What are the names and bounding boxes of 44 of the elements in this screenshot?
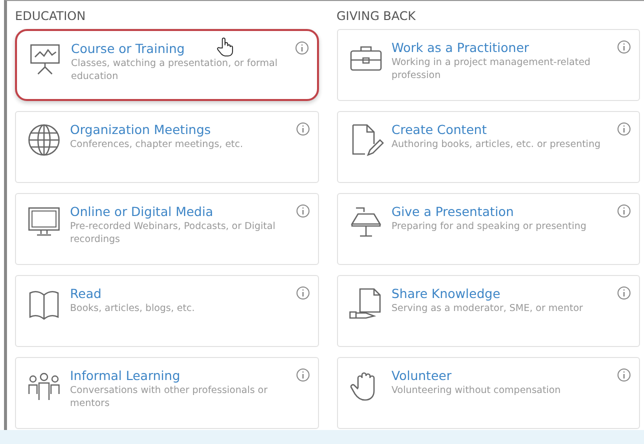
- card-description: Serving as a moderator, SME, or mentor: [392, 303, 584, 316]
- card-description: Working in a project management-related profession: [392, 57, 592, 83]
- card-title: Work as a Practitioner: [392, 40, 530, 55]
- card-description: Volunteering without compensation: [392, 385, 562, 398]
- card-title: Give a Presentation: [392, 204, 514, 219]
- card-description: Classes, watching a presentation, or formal education: [71, 58, 278, 84]
- activity-card[interactable]: Online or Digital Media Pre-recorded Webinars, Podcasts, or Digital recordings: [15, 193, 318, 265]
- card-description: Conversations with other professionals or mentors: [70, 385, 269, 411]
- info-icon[interactable]: [617, 368, 631, 382]
- card-title: Read: [70, 286, 102, 301]
- activity-card[interactable]: Volunteer Volunteering without compensation: [336, 357, 640, 429]
- section-heading: GIVING BACK: [336, 8, 417, 25]
- card-description: Conferences, chapter meetings, etc.: [70, 139, 244, 152]
- card-title: Course or Training: [71, 41, 185, 56]
- card-description: Authoring books, articles, etc. or presenting: [392, 139, 602, 152]
- card-description: Preparing for and speaking or presenting: [392, 221, 588, 234]
- info-icon[interactable]: [296, 122, 310, 136]
- info-icon[interactable]: [296, 368, 310, 382]
- activity-card[interactable]: Organization Meetings Conferences, chapter meetings, etc.: [15, 111, 318, 183]
- globe-icon: [26, 122, 62, 158]
- card-title: Organization Meetings: [70, 122, 211, 137]
- info-icon[interactable]: [294, 41, 308, 55]
- card-title: Informal Learning: [70, 368, 180, 383]
- activity-card[interactable]: Create Content Authoring books, articles, etc. or presenting: [336, 111, 640, 183]
- card-description: Books, articles, blogs, etc.: [70, 303, 196, 316]
- info-icon[interactable]: [617, 286, 631, 300]
- info-icon[interactable]: [617, 122, 631, 136]
- activity-card[interactable]: Work as a Practitioner Working in a project management-related profession: [336, 29, 640, 101]
- hand-cursor-icon: [217, 37, 233, 57]
- card-title: Create Content: [392, 122, 487, 137]
- info-icon[interactable]: [617, 204, 631, 218]
- info-icon[interactable]: [617, 40, 631, 54]
- info-icon[interactable]: [296, 204, 310, 218]
- activity-card[interactable]: Give a Presentation Preparing for and speaking or presenting: [336, 193, 640, 265]
- card-title: Share Knowledge: [392, 286, 500, 301]
- activity-card[interactable]: Informal Learning Conversations with other professionals or mentors: [15, 357, 318, 429]
- info-icon[interactable]: [296, 286, 310, 300]
- card-description: Pre-recorded Webinars, Podcasts, or Digital recordings: [70, 221, 276, 247]
- activity-card[interactable]: Share Knowledge Serving as a moderator, SME, or mentor: [336, 275, 640, 347]
- activity-card[interactable]: Course or Training Classes, watching a presentation, or formal education: [15, 29, 318, 101]
- activity-card[interactable]: Read Books, articles, blogs, etc.: [15, 275, 318, 347]
- card-title: Online or Digital Media: [70, 204, 214, 219]
- card-title: Volunteer: [392, 368, 452, 383]
- section-heading: EDUCATION: [15, 8, 87, 25]
